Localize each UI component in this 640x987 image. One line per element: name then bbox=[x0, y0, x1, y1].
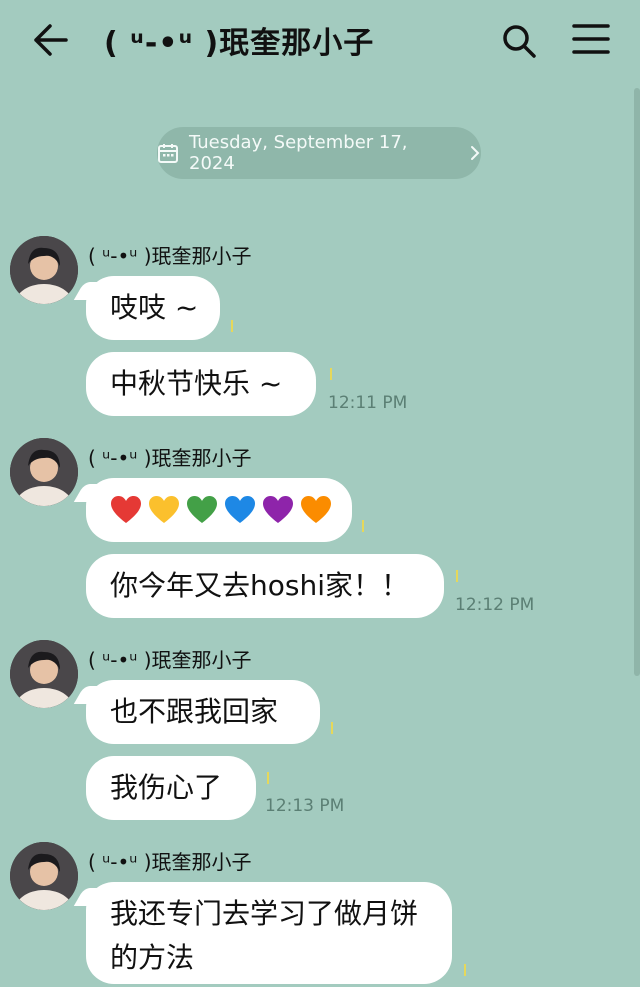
sender-name: ( ᵘ-•ᵘ )珉奎那小子 bbox=[88, 244, 252, 268]
message-text: 中秋节快乐 ~ bbox=[110, 367, 283, 400]
search-icon[interactable] bbox=[500, 22, 538, 60]
heart-emoji-icon bbox=[187, 496, 217, 523]
avatar[interactable] bbox=[10, 640, 78, 708]
avatar[interactable] bbox=[10, 842, 78, 910]
message-text: 我伤心了 bbox=[110, 771, 223, 804]
heart-emoji-row bbox=[110, 495, 332, 525]
message-text: 我还专门去学习了做月饼的方法 bbox=[110, 897, 419, 974]
chat-header: ( ᵘ-•ᵘ )珉奎那小子 bbox=[0, 0, 640, 80]
calendar-icon bbox=[158, 144, 178, 163]
heart-emoji-icon bbox=[149, 496, 179, 523]
read-mark bbox=[231, 320, 233, 332]
message-bubble[interactable]: 也不跟我回家 bbox=[86, 680, 320, 744]
avatar[interactable] bbox=[10, 236, 78, 304]
read-mark bbox=[456, 570, 458, 582]
message-text: 吱吱 ~ bbox=[110, 291, 199, 324]
message-bubble[interactable]: 我还专门去学习了做月饼的方法 bbox=[86, 882, 452, 984]
heart-emoji-icon bbox=[301, 496, 331, 523]
sender-name: ( ᵘ-•ᵘ )珉奎那小子 bbox=[88, 850, 252, 874]
scrollbar[interactable] bbox=[634, 88, 640, 676]
read-mark bbox=[331, 722, 333, 734]
message-bubble[interactable]: 我伤心了 bbox=[86, 756, 256, 820]
chevron-right-icon bbox=[471, 146, 480, 160]
avatar[interactable] bbox=[10, 438, 78, 506]
read-mark bbox=[330, 368, 332, 380]
sender-name: ( ᵘ-•ᵘ )珉奎那小子 bbox=[88, 446, 252, 470]
message-text: 你今年又去hoshi家！！ bbox=[110, 569, 409, 602]
message-timestamp: 12:13 PM bbox=[265, 796, 345, 816]
heart-emoji-icon bbox=[111, 496, 141, 523]
message-timestamp: 12:12 PM bbox=[455, 595, 535, 615]
read-mark bbox=[267, 772, 269, 784]
read-mark bbox=[362, 520, 364, 532]
sender-name: ( ᵘ-•ᵘ )珉奎那小子 bbox=[88, 648, 252, 672]
date-separator-pill[interactable]: Tuesday, September 17, 2024 bbox=[157, 127, 481, 179]
message-bubble[interactable]: 中秋节快乐 ~ bbox=[86, 352, 316, 416]
read-mark bbox=[464, 964, 466, 976]
hamburger-menu-icon[interactable] bbox=[570, 22, 612, 56]
message-text: 也不跟我回家 bbox=[110, 695, 279, 728]
chat-title: ( ᵘ-•ᵘ )珉奎那小子 bbox=[104, 26, 375, 61]
heart-emoji-icon bbox=[263, 496, 293, 523]
heart-emoji-icon bbox=[225, 496, 255, 523]
message-timestamp: 12:11 PM bbox=[328, 393, 408, 413]
message-bubble[interactable] bbox=[86, 478, 352, 542]
date-label: Tuesday, September 17, 2024 bbox=[189, 132, 408, 174]
message-bubble[interactable]: 你今年又去hoshi家！！ bbox=[86, 554, 444, 618]
message-bubble[interactable]: 吱吱 ~ bbox=[86, 276, 220, 340]
arrow-left-icon[interactable] bbox=[30, 22, 70, 58]
